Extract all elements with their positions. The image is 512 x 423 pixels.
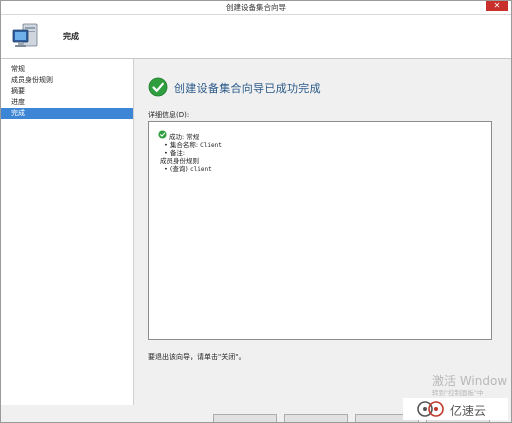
success-check-icon-small <box>158 130 167 139</box>
sidebar-item-general[interactable]: 常规 <box>1 64 133 75</box>
window-title: 创建设备集合向导 <box>226 3 286 12</box>
sidebar-item-membership-rules[interactable]: 成员身份规则 <box>1 75 133 86</box>
close-button[interactable]: ✕ <box>486 1 508 11</box>
detail-query-prefix: • (查询) <box>164 165 191 173</box>
completion-heading: 创建设备集合向导已成功完成 <box>174 82 321 95</box>
detail-collection-name-value: Client <box>200 142 222 149</box>
computer-icon <box>12 23 38 47</box>
sidebar-item-summary[interactable]: 摘要 <box>1 86 133 97</box>
title-bar: 创建设备集合向导 ✕ <box>1 1 511 15</box>
sidebar-item-completion[interactable]: 完成 <box>1 108 133 119</box>
detail-query-value: client <box>190 166 212 173</box>
brand-logo: 亿速云 <box>403 398 508 420</box>
success-check-icon <box>148 77 168 97</box>
sidebar-item-progress[interactable]: 进度 <box>1 97 133 108</box>
brand-name: 亿速云 <box>450 404 487 418</box>
details-label: 详细信息(D): <box>148 111 190 119</box>
wizard-header: 完成 <box>1 15 511 59</box>
wizard-window: 创建设备集合向导 ✕ 完成 常规 成员身份规则 摘要 进度 完成 创建设备集合向… <box>0 0 512 423</box>
exit-instruction: 要退出该向导，请单击"关闭"。 <box>148 353 246 361</box>
wizard-sidebar: 常规 成员身份规则 摘要 进度 完成 <box>1 59 134 405</box>
page-title: 完成 <box>63 32 79 41</box>
previous-button[interactable] <box>213 414 277 422</box>
main-panel: 创建设备集合向导已成功完成 详细信息(D): 成功: 常规 • 集合名称: Cl… <box>134 59 511 405</box>
details-textbox[interactable]: 成功: 常规 • 集合名称: Client • 备注: 成员身份规则 • (查询… <box>148 121 492 340</box>
activation-watermark-sub: 转到"控制面板"中 <box>432 389 484 397</box>
detail-query-line: • (查询) client <box>164 163 212 173</box>
next-button[interactable] <box>284 414 348 422</box>
